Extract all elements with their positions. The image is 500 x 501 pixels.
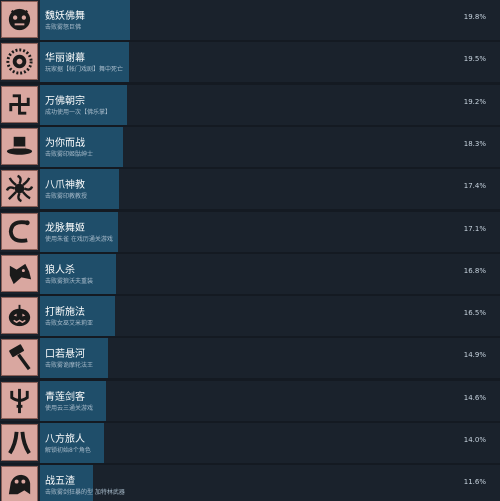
- achievement-row[interactable]: 青莲剑客 使用云三通关游戏 14.6%: [0, 381, 500, 421]
- achievement-percent: 11.6%: [463, 478, 486, 486]
- achievement-title: 八爪神教: [45, 180, 85, 191]
- achievement-row[interactable]: 打断施法 击败女巫艾米莉亚 16.5%: [0, 296, 500, 336]
- achievement-list: 魏妖佛舞 击败雾怒巨佛 19.8% 华丽谢幕 玩家据【帐门戏剧】舞中死亡 19.…: [0, 0, 500, 501]
- achievement-description: 击败女巫艾米莉亚: [45, 320, 94, 327]
- demon-mask-icon: [1, 1, 38, 38]
- rosette-icon: [1, 43, 38, 80]
- achievement-percent: 16.5%: [463, 309, 486, 317]
- achievement-title: 狼人杀: [45, 265, 75, 276]
- achievement-percent: 14.9%: [463, 351, 486, 359]
- achievement-row[interactable]: 龙脉舞姬 使用朱雀 在戏历通关游戏 17.1%: [0, 212, 500, 252]
- achievement-title: 青莲剑客: [45, 392, 85, 403]
- achievement-description: 使用云三通关游戏: [45, 405, 94, 412]
- achievement-title: 魏妖佛舞: [45, 11, 85, 22]
- beast-icon: [1, 466, 38, 501]
- achievement-description: 击败雾印姬骷绅士: [45, 151, 94, 158]
- achievement-percent: 19.8%: [463, 13, 486, 21]
- achievement-description: 击败雾诡摩轮法王: [45, 362, 94, 369]
- achievement-row[interactable]: 八方旅人 解锁初始8个角色 14.0%: [0, 423, 500, 463]
- achievement-title: 华丽谢幕: [45, 53, 85, 64]
- achievement-row[interactable]: 口若悬河 击败雾诡摩轮法王 14.9%: [0, 338, 500, 378]
- achievement-description: 使用朱雀 在戏历通关游戏: [45, 236, 113, 243]
- achievement-description: 击败雾怒巨佛: [45, 24, 82, 31]
- achievement-description: 解锁初始8个角色: [45, 447, 91, 454]
- achievement-title: 打断施法: [45, 307, 85, 318]
- achievement-title: 龙脉舞姬: [45, 223, 85, 234]
- achievement-percent: 16.8%: [463, 267, 486, 275]
- achievement-percent: 18.3%: [463, 140, 486, 148]
- achievement-description: 成功使用一次【佛乐掌】: [45, 109, 112, 116]
- achievement-row[interactable]: 万佛朝宗 成功使用一次【佛乐掌】 19.2%: [0, 85, 500, 125]
- achievement-description: 玩家据【帐门戏剧】舞中死亡: [45, 66, 124, 73]
- achievement-row[interactable]: 八爪神教 击败雾印教教授 17.4%: [0, 169, 500, 209]
- swastika-icon: [1, 86, 38, 123]
- achievement-percent: 17.4%: [463, 182, 486, 190]
- achievement-percent: 14.6%: [463, 394, 486, 402]
- achievement-title: 为你而战: [45, 138, 85, 149]
- bamboo-icon: [1, 424, 38, 461]
- achievement-row[interactable]: 华丽谢幕 玩家据【帐门戏剧】舞中死亡 19.5%: [0, 42, 500, 82]
- achievement-percent: 14.0%: [463, 436, 486, 444]
- achievement-row[interactable]: 为你而战 击败雾印姬骷绅士 18.3%: [0, 127, 500, 167]
- wolf-head-icon: [1, 255, 38, 292]
- achievement-row[interactable]: 战五渣 击败雾剑狂暴的型 加特林武器 11.6%: [0, 465, 500, 501]
- achievement-row[interactable]: 狼人杀 击败雾狼沃夫重装 16.8%: [0, 254, 500, 294]
- achievement-percent: 19.2%: [463, 98, 486, 106]
- pumpkin-icon: [1, 297, 38, 334]
- hammer-icon: [1, 339, 38, 376]
- octopus-icon: [1, 170, 38, 207]
- top-hat-icon: [1, 128, 38, 165]
- achievement-title: 口若悬河: [45, 349, 85, 360]
- dragon-coil-icon: [1, 213, 38, 250]
- achievement-title: 战五渣: [45, 476, 75, 487]
- achievement-percent: 19.5%: [463, 55, 486, 63]
- achievement-percent: 17.1%: [463, 225, 486, 233]
- achievement-title: 万佛朝宗: [45, 96, 85, 107]
- achievement-description: 击败雾印教教授: [45, 193, 88, 200]
- achievement-description: 击败雾狼沃夫重装: [45, 278, 94, 285]
- trident-icon: [1, 382, 38, 419]
- achievement-row[interactable]: 魏妖佛舞 击败雾怒巨佛 19.8%: [0, 0, 500, 40]
- achievement-title: 八方旅人: [45, 434, 85, 445]
- achievement-description: 击败雾剑狂暴的型 加特林武器: [45, 489, 125, 496]
